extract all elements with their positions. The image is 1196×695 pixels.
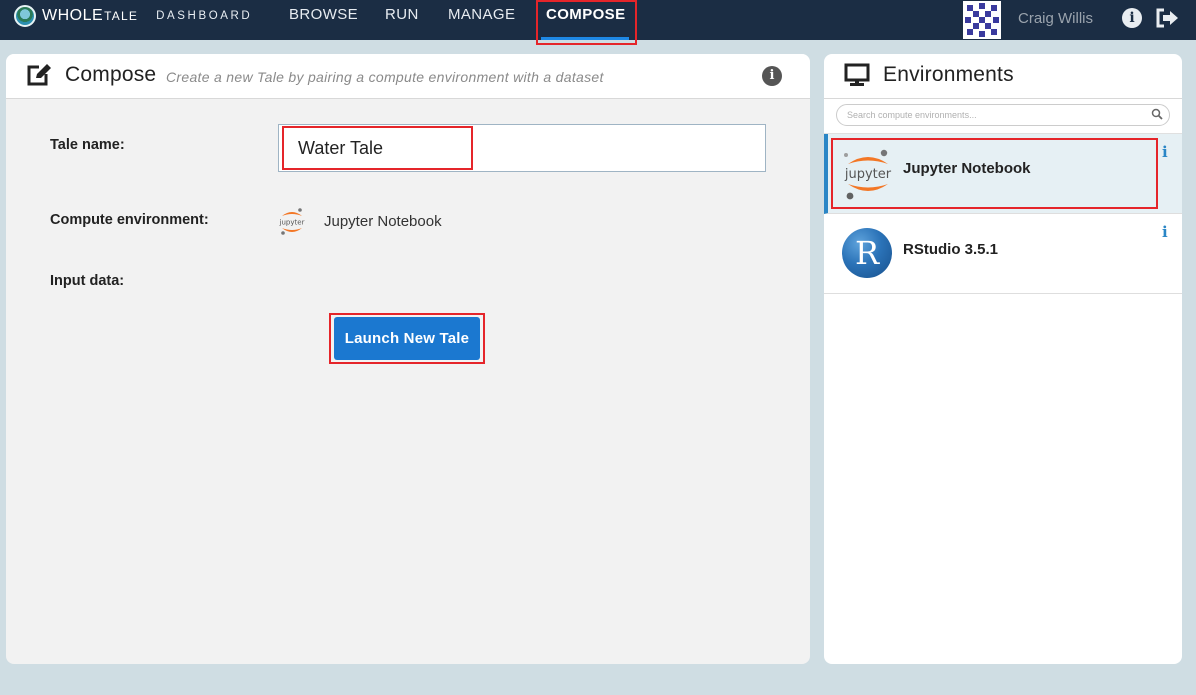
- environment-search-input[interactable]: [836, 104, 1170, 126]
- nav-run[interactable]: RUN: [385, 6, 419, 23]
- compose-title: Compose: [65, 63, 157, 86]
- brand-tale: TALE: [104, 9, 139, 23]
- sign-out-icon[interactable]: [1155, 7, 1179, 29]
- environments-title: Environments: [883, 63, 1014, 86]
- wholetale-globe-icon: [14, 5, 36, 27]
- compose-header: Compose Create a new Tale by pairing a c…: [6, 54, 810, 99]
- tale-name-label: Tale name:: [50, 137, 125, 153]
- environment-name: RStudio 3.5.1: [903, 241, 999, 258]
- launch-new-tale-button[interactable]: Launch New Tale: [334, 317, 480, 360]
- nav-browse[interactable]: BROWSE: [289, 6, 358, 23]
- svg-text:jupyter: jupyter: [279, 219, 305, 227]
- user-identicon[interactable]: [963, 1, 1001, 39]
- environment-item-jupyter[interactable]: jupyter Jupyter Notebook i: [824, 134, 1182, 214]
- jupyter-logo-icon: jupyter: [844, 149, 892, 200]
- highlight-compose-tab: [536, 0, 637, 45]
- input-data-label: Input data:: [50, 273, 125, 289]
- brand-logo[interactable]: WHOLE TALE DASHBOARD: [14, 4, 252, 28]
- svg-text:jupyter: jupyter: [844, 167, 892, 182]
- nav-manage[interactable]: MANAGE: [448, 6, 515, 23]
- info-icon[interactable]: i: [1162, 143, 1168, 161]
- search-icon[interactable]: [1151, 108, 1163, 120]
- info-icon[interactable]: i: [762, 66, 782, 86]
- user-name[interactable]: Craig Willis: [1018, 10, 1093, 27]
- compose-panel: Compose Create a new Tale by pairing a c…: [6, 54, 810, 664]
- environment-item-rstudio[interactable]: R RStudio 3.5.1 i: [824, 214, 1182, 294]
- tale-name-input[interactable]: [278, 124, 766, 172]
- info-icon[interactable]: i: [1162, 223, 1168, 241]
- environments-panel: Environments jupyter Jupyter Notebook i …: [824, 54, 1182, 664]
- info-icon[interactable]: i: [1122, 8, 1142, 28]
- compute-environment-label: Compute environment:: [50, 212, 209, 228]
- jupyter-logo-icon: jupyter: [279, 208, 305, 235]
- edit-square-icon: [27, 64, 51, 86]
- monitor-icon: [844, 63, 870, 86]
- rstudio-logo-icon: R: [842, 228, 892, 278]
- brand-dashboard: DASHBOARD: [156, 10, 253, 22]
- compute-environment-value: Jupyter Notebook: [324, 213, 442, 230]
- compose-subtitle: Create a new Tale by pairing a compute e…: [166, 69, 604, 85]
- brand-whole: WHOLE: [42, 7, 104, 24]
- environments-header: Environments: [824, 54, 1182, 99]
- environment-name: Jupyter Notebook: [903, 160, 1031, 177]
